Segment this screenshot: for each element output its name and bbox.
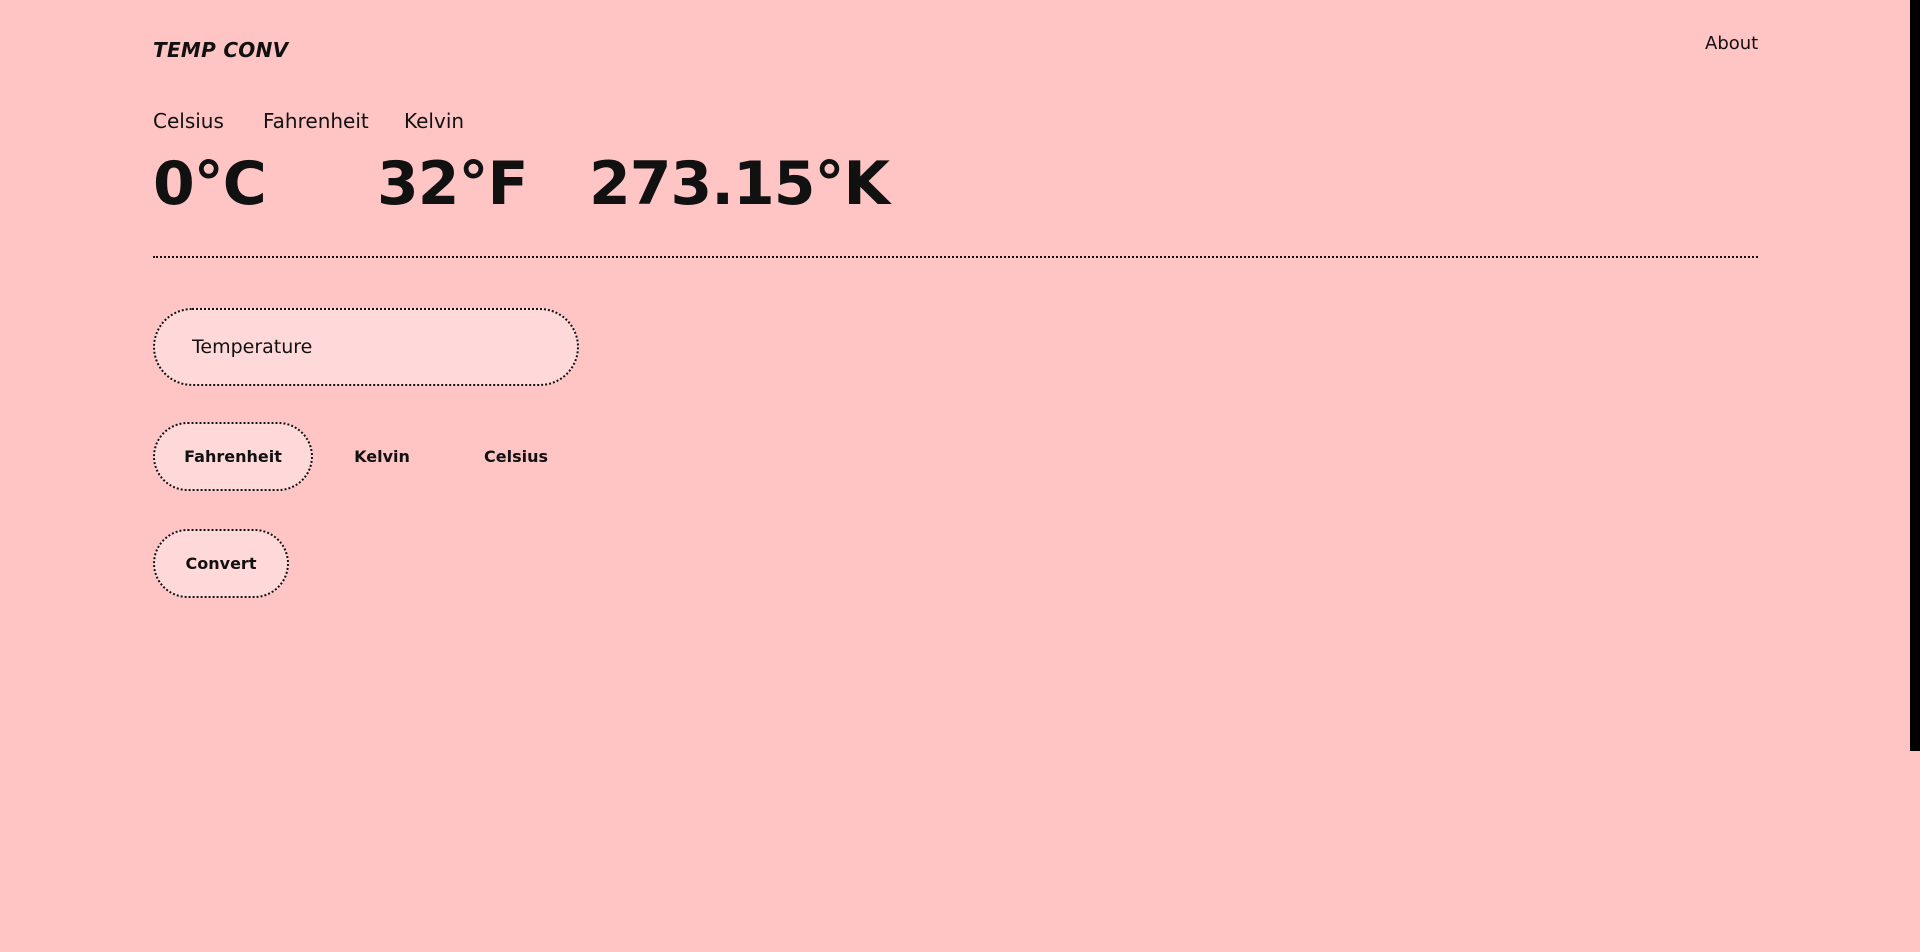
unit-label-kelvin: Kelvin xyxy=(404,109,465,133)
scrollbar[interactable] xyxy=(1910,0,1920,751)
temperature-input[interactable] xyxy=(153,308,579,386)
unit-label-fahrenheit: Fahrenheit xyxy=(263,109,369,133)
fahrenheit-value: 32°F xyxy=(377,149,528,219)
about-link[interactable]: About xyxy=(1705,33,1758,54)
celsius-value: 0°C xyxy=(153,149,267,219)
brand-logo: TEMP CONV xyxy=(153,38,289,62)
option-fahrenheit[interactable]: Fahrenheit xyxy=(153,422,313,491)
divider xyxy=(153,256,1758,258)
page: TEMP CONV About Celsius Fahrenheit Kelvi… xyxy=(0,0,1920,952)
option-kelvin[interactable]: Kelvin xyxy=(338,422,426,491)
kelvin-value: 273.15°K xyxy=(589,149,890,219)
convert-button[interactable]: Convert xyxy=(153,529,289,598)
option-celsius[interactable]: Celsius xyxy=(470,422,562,491)
unit-label-celsius: Celsius xyxy=(153,109,224,133)
